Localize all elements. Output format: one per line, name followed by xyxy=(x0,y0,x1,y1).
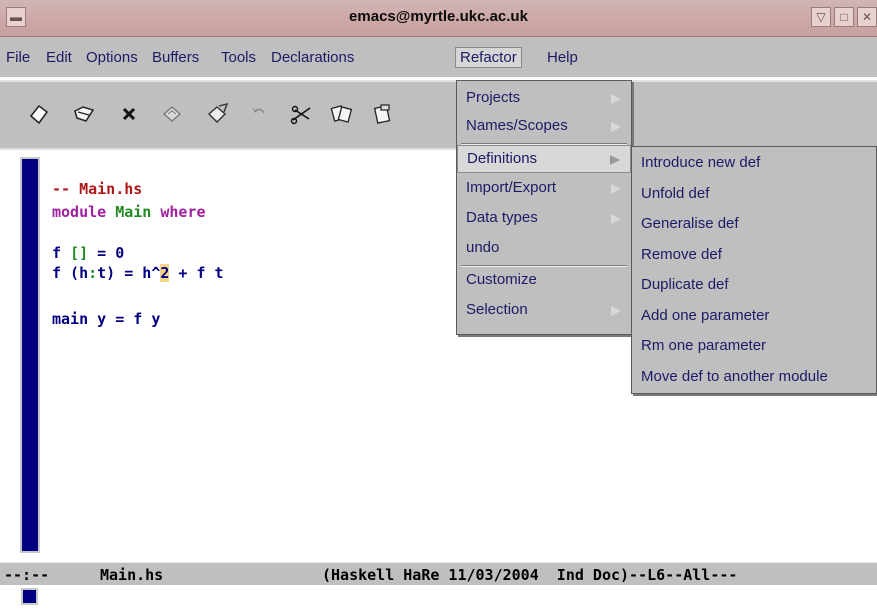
menu-item-label: Names/Scopes xyxy=(466,117,568,134)
code-token: f xyxy=(52,244,71,262)
definitions-submenu: Introduce new def Unfold def Generalise de… xyxy=(631,146,877,394)
submenu-arrow-icon xyxy=(611,184,621,194)
code-token: = xyxy=(88,244,116,262)
menu-item-label: Move def to another module xyxy=(641,367,828,385)
code-line: f (h:t) = h^2 + f t xyxy=(52,264,224,282)
close-icon[interactable]: ✕ xyxy=(857,7,877,27)
menu-item-label: Definitions xyxy=(467,150,538,167)
mode-line: --:-- Main.hs (Haskell HaRe 11/03/2004 I… xyxy=(0,562,877,585)
window-controls: ▽ □ ✕ xyxy=(811,7,877,27)
window-title: emacs@myrtle.ukc.ac.uk xyxy=(349,8,528,25)
menu-options[interactable]: Options xyxy=(86,49,138,66)
submenu-arrow-icon xyxy=(611,122,621,132)
code-token: f (h xyxy=(52,264,89,282)
modeline-buffer-name: Main.hs xyxy=(100,566,164,584)
code-token: t) = h^ xyxy=(97,264,161,282)
refactor-item-definitions[interactable]: Definitions xyxy=(457,145,631,173)
menu-item-label: Customize xyxy=(466,271,537,288)
menu-item-label: Generalise def xyxy=(641,215,739,232)
menu-refactor[interactable]: Refactor xyxy=(455,47,522,68)
menu-item-label: Projects xyxy=(466,89,521,106)
definitions-item-unfold-def[interactable]: Unfold def xyxy=(632,181,876,209)
modeline-status: --:-- xyxy=(4,566,50,584)
refactor-item-customize[interactable]: Customize xyxy=(457,267,631,295)
menu-help[interactable]: Help xyxy=(547,49,578,66)
code-token: 0 xyxy=(115,244,125,262)
menu-item-label: Unfold def xyxy=(641,184,710,202)
minibuffer[interactable] xyxy=(0,585,877,610)
modeline-modes: (Haskell HaRe 11/03/2004 Ind Doc)--L6--A… xyxy=(322,566,738,584)
code-token: main y = f y xyxy=(52,310,161,328)
code-token: [] xyxy=(70,244,89,262)
copy-icon[interactable] xyxy=(330,102,354,126)
minimize-icon[interactable]: ▽ xyxy=(811,7,831,27)
code-line: f [] = 0 xyxy=(52,244,124,262)
minibuffer-cursor xyxy=(21,588,38,605)
refactor-item-selection[interactable]: Selection xyxy=(457,297,631,325)
definitions-item-duplicate-def[interactable]: Duplicate def xyxy=(632,272,876,300)
menu-item-label: Remove def xyxy=(641,245,722,263)
menu-item-label: Add one parameter xyxy=(641,306,770,324)
submenu-arrow-icon xyxy=(611,94,621,104)
code-token: Main xyxy=(115,203,161,221)
refactor-item-import-export[interactable]: Import/Export xyxy=(457,175,631,203)
code-token: : xyxy=(88,264,98,282)
code-token: where xyxy=(160,203,206,221)
save-icon[interactable] xyxy=(160,102,184,126)
menu-bar: File Edit Options Buffers Tools Declarat… xyxy=(0,37,877,77)
code-line: -- Main.hs xyxy=(52,180,142,198)
refactor-menu: Projects Names/Scopes Definitions Import/Ex… xyxy=(456,80,632,335)
save-as-icon[interactable] xyxy=(206,102,230,126)
menu-file[interactable]: File xyxy=(6,49,30,66)
refactor-item-data-types[interactable]: Data types xyxy=(457,205,631,233)
paste-icon[interactable] xyxy=(372,102,396,126)
menu-buffers[interactable]: Buffers xyxy=(152,49,199,66)
definitions-item-rm-one-parameter[interactable]: Rm one parameter xyxy=(632,333,876,361)
code-token: + f t xyxy=(169,264,224,282)
code-token: module xyxy=(52,203,116,221)
scrollbar[interactable] xyxy=(20,157,40,553)
menu-item-label: Introduce new def xyxy=(641,154,761,171)
open-folder-icon[interactable] xyxy=(72,102,96,126)
code-line: module Main where xyxy=(52,203,206,221)
menu-item-label: Duplicate def xyxy=(641,276,729,293)
submenu-arrow-icon xyxy=(611,306,621,316)
refactor-item-projects[interactable]: Projects xyxy=(457,85,631,113)
submenu-arrow-icon xyxy=(611,214,621,224)
title-bar[interactable]: ▬ emacs@myrtle.ukc.ac.uk ▽ □ ✕ xyxy=(0,0,877,37)
menu-item-label: Selection xyxy=(466,301,528,318)
code-token: -- Main.hs xyxy=(52,180,143,198)
menu-edit[interactable]: Edit xyxy=(46,49,72,66)
tool-bar xyxy=(0,80,877,150)
code-line: main y = f y xyxy=(52,310,160,328)
submenu-arrow-icon xyxy=(610,155,620,165)
close-buffer-icon[interactable] xyxy=(117,102,141,126)
refactor-item-undo[interactable]: undo xyxy=(457,235,631,263)
cut-icon[interactable] xyxy=(290,102,314,126)
menu-item-label: Rm one parameter xyxy=(641,337,767,354)
open-file-icon[interactable] xyxy=(27,102,51,126)
definitions-item-generalise-def[interactable]: Generalise def xyxy=(632,211,876,239)
maximize-icon[interactable]: □ xyxy=(834,7,854,27)
refactor-item-names-scopes[interactable]: Names/Scopes xyxy=(457,113,631,141)
menu-declarations[interactable]: Declarations xyxy=(271,49,354,66)
menu-item-label: Import/Export xyxy=(466,179,557,196)
definitions-item-move-def-to-another-module[interactable]: Move def to another module xyxy=(632,364,876,392)
menu-item-label: undo xyxy=(466,239,500,256)
menu-tools[interactable]: Tools xyxy=(221,49,256,66)
definitions-item-add-one-parameter[interactable]: Add one parameter xyxy=(632,303,876,331)
definitions-item-introduce-new-def[interactable]: Introduce new def xyxy=(632,150,876,178)
menu-item-label: Data types xyxy=(466,209,538,226)
undo-icon[interactable] xyxy=(247,102,271,126)
definitions-item-remove-def[interactable]: Remove def xyxy=(632,242,876,270)
